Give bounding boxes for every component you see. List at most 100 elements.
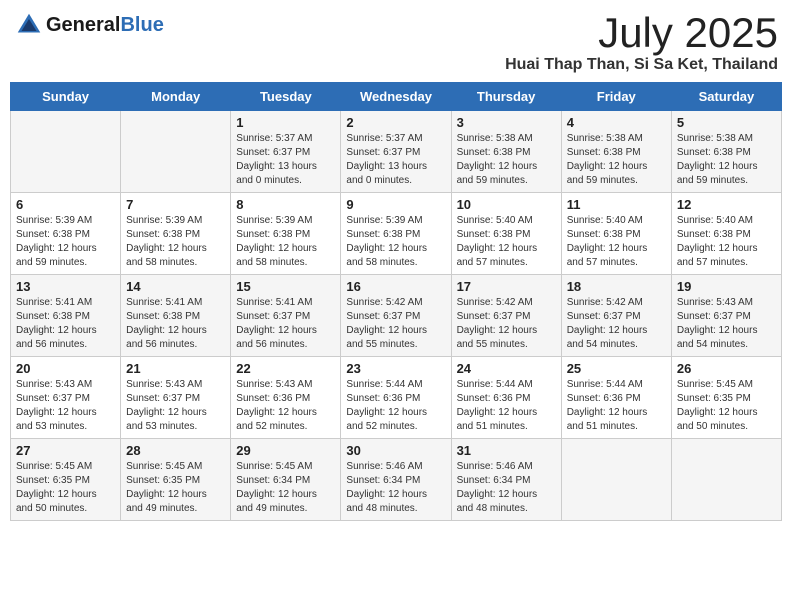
day-info: Sunrise: 5:40 AM Sunset: 6:38 PM Dayligh… — [567, 214, 666, 270]
calendar-cell: 5Sunrise: 5:38 AM Sunset: 6:38 PM Daylig… — [671, 111, 781, 193]
day-number: 25 — [567, 361, 666, 376]
location-title: Huai Thap Than, Si Sa Ket, Thailand — [505, 56, 778, 74]
day-number: 10 — [457, 197, 556, 212]
calendar-cell: 8 Sunrise: 5:39 AM Sunset: 6:38 PM Daylig… — [231, 193, 341, 275]
day-number: 7 — [126, 197, 225, 212]
day-number: 12 — [677, 197, 776, 212]
calendar-cell: 23 Sunrise: 5:44 AM Sunset: 6:36 PM Dayli… — [341, 357, 451, 439]
month-title: July 2025 — [505, 10, 778, 56]
day-number: 21 — [126, 361, 225, 376]
day-info: Sunrise: 5:41 AM Sunset: 6:37 PM Dayligh… — [236, 296, 335, 352]
calendar-cell: 12Sunrise: 5:40 AM Sunset: 6:38 PM Dayli… — [671, 193, 781, 275]
day-info: Sunrise: 5:45 AM Sunset: 6:34 PM Dayligh… — [236, 460, 335, 516]
calendar-cell: 30 Sunrise: 5:46 AM Sunset: 6:34 PM Dayli… — [341, 439, 451, 521]
calendar-cell: 28 Sunrise: 5:45 AM Sunset: 6:35 PM Dayli… — [121, 439, 231, 521]
day-number: 23 — [346, 361, 445, 376]
calendar-cell: 10Sunrise: 5:40 AM Sunset: 6:38 PM Dayli… — [451, 193, 561, 275]
calendar-cell: 17 Sunrise: 5:42 AM Sunset: 6:37 PM Dayli… — [451, 275, 561, 357]
calendar-cell: 11 Sunrise: 5:40 AM Sunset: 6:38 PM Dayli… — [561, 193, 671, 275]
day-info: Sunrise: 5:42 AM Sunset: 6:37 PM Dayligh… — [567, 296, 666, 352]
calendar-cell: 31 Sunrise: 5:46 AM Sunset: 6:34 PM Dayli… — [451, 439, 561, 521]
day-info: Sunrise: 5:43 AM Sunset: 6:37 PM Dayligh… — [126, 378, 225, 434]
day-info: Sunrise: 5:44 AM Sunset: 6:36 PM Dayligh… — [346, 378, 445, 434]
day-number: 6 — [16, 197, 115, 212]
day-number: 11 — [567, 197, 666, 212]
day-header-monday: Monday — [121, 83, 231, 111]
day-info: Sunrise: 5:38 AM Sunset: 6:38 PM Dayligh… — [457, 132, 556, 188]
logo: General Blue — [14, 10, 164, 40]
title-section: July 2025 Huai Thap Than, Si Sa Ket, Tha… — [505, 10, 778, 74]
day-number: 27 — [16, 443, 115, 458]
calendar-cell: 2 Sunrise: 5:37 AM Sunset: 6:37 PM Daylig… — [341, 111, 451, 193]
day-number: 31 — [457, 443, 556, 458]
logo-blue: Blue — [120, 14, 163, 37]
day-info: Sunrise: 5:46 AM Sunset: 6:34 PM Dayligh… — [457, 460, 556, 516]
calendar-cell: 9 Sunrise: 5:39 AM Sunset: 6:38 PM Daylig… — [341, 193, 451, 275]
calendar-cell: 1Sunrise: 5:37 AM Sunset: 6:37 PM Daylig… — [231, 111, 341, 193]
calendar-cell: 26 Sunrise: 5:45 AM Sunset: 6:35 PM Dayli… — [671, 357, 781, 439]
calendar-cell: 24Sunrise: 5:44 AM Sunset: 6:36 PM Dayli… — [451, 357, 561, 439]
day-header-saturday: Saturday — [671, 83, 781, 111]
calendar-cell — [11, 111, 121, 193]
day-number: 28 — [126, 443, 225, 458]
day-number: 4 — [567, 115, 666, 130]
day-number: 15 — [236, 279, 335, 294]
calendar-header-row: SundayMondayTuesdayWednesdayThursdayFrid… — [11, 83, 782, 111]
day-header-wednesday: Wednesday — [341, 83, 451, 111]
logo-general: General — [46, 14, 120, 37]
day-number: 19 — [677, 279, 776, 294]
calendar-cell: 4 Sunrise: 5:38 AM Sunset: 6:38 PM Daylig… — [561, 111, 671, 193]
day-number: 16 — [346, 279, 445, 294]
day-info: Sunrise: 5:37 AM Sunset: 6:37 PM Dayligh… — [346, 132, 445, 188]
calendar-cell: 19 Sunrise: 5:43 AM Sunset: 6:37 PM Dayli… — [671, 275, 781, 357]
calendar-table: SundayMondayTuesdayWednesdayThursdayFrid… — [10, 82, 782, 521]
day-number: 17 — [457, 279, 556, 294]
day-number: 9 — [346, 197, 445, 212]
calendar-cell: 21 Sunrise: 5:43 AM Sunset: 6:37 PM Dayli… — [121, 357, 231, 439]
day-number: 1 — [236, 115, 335, 130]
day-number: 3 — [457, 115, 556, 130]
day-number: 18 — [567, 279, 666, 294]
day-info: Sunrise: 5:45 AM Sunset: 6:35 PM Dayligh… — [677, 378, 776, 434]
calendar-week-row: 27 Sunrise: 5:45 AM Sunset: 6:35 PM Dayli… — [11, 439, 782, 521]
calendar-week-row: 20 Sunrise: 5:43 AM Sunset: 6:37 PM Dayli… — [11, 357, 782, 439]
day-info: Sunrise: 5:39 AM Sunset: 6:38 PM Dayligh… — [126, 214, 225, 270]
day-header-sunday: Sunday — [11, 83, 121, 111]
day-info: Sunrise: 5:39 AM Sunset: 6:38 PM Dayligh… — [16, 214, 115, 270]
day-info: Sunrise: 5:42 AM Sunset: 6:37 PM Dayligh… — [457, 296, 556, 352]
day-info: Sunrise: 5:39 AM Sunset: 6:38 PM Dayligh… — [346, 214, 445, 270]
day-info: Sunrise: 5:44 AM Sunset: 6:36 PM Dayligh… — [567, 378, 666, 434]
day-info: Sunrise: 5:38 AM Sunset: 6:38 PM Dayligh… — [567, 132, 666, 188]
day-number: 26 — [677, 361, 776, 376]
calendar-cell: 3 Sunrise: 5:38 AM Sunset: 6:38 PM Daylig… — [451, 111, 561, 193]
day-number: 8 — [236, 197, 335, 212]
calendar-week-row: 13Sunrise: 5:41 AM Sunset: 6:38 PM Dayli… — [11, 275, 782, 357]
day-info: Sunrise: 5:42 AM Sunset: 6:37 PM Dayligh… — [346, 296, 445, 352]
calendar-cell: 22 Sunrise: 5:43 AM Sunset: 6:36 PM Dayli… — [231, 357, 341, 439]
day-number: 20 — [16, 361, 115, 376]
day-number: 24 — [457, 361, 556, 376]
day-info: Sunrise: 5:43 AM Sunset: 6:37 PM Dayligh… — [677, 296, 776, 352]
calendar-cell: 6 Sunrise: 5:39 AM Sunset: 6:38 PM Daylig… — [11, 193, 121, 275]
calendar-cell: 20Sunrise: 5:43 AM Sunset: 6:37 PM Dayli… — [11, 357, 121, 439]
day-info: Sunrise: 5:46 AM Sunset: 6:34 PM Dayligh… — [346, 460, 445, 516]
calendar-cell: 29Sunrise: 5:45 AM Sunset: 6:34 PM Dayli… — [231, 439, 341, 521]
calendar-cell: 14Sunrise: 5:41 AM Sunset: 6:38 PM Dayli… — [121, 275, 231, 357]
day-info: Sunrise: 5:45 AM Sunset: 6:35 PM Dayligh… — [126, 460, 225, 516]
calendar-cell — [561, 439, 671, 521]
day-header-tuesday: Tuesday — [231, 83, 341, 111]
day-header-friday: Friday — [561, 83, 671, 111]
page-header: General Blue July 2025 Huai Thap Than, S… — [10, 10, 782, 74]
calendar-cell: 25 Sunrise: 5:44 AM Sunset: 6:36 PM Dayli… — [561, 357, 671, 439]
calendar-week-row: 1 Sunrise: 5:37 AM Sunset: 6:37 PM Daylig… — [11, 111, 782, 193]
day-number: 14 — [126, 279, 225, 294]
calendar-cell: 13Sunrise: 5:41 AM Sunset: 6:38 PM Dayli… — [11, 275, 121, 357]
day-number: 2 — [346, 115, 445, 130]
day-info: Sunrise: 5:39 AM Sunset: 6:38 PM Dayligh… — [236, 214, 335, 270]
day-number: 22 — [236, 361, 335, 376]
calendar-cell: 15 Sunrise: 5:41 AM Sunset: 6:37 PM Dayli… — [231, 275, 341, 357]
day-number: 30 — [346, 443, 445, 458]
day-info: Sunrise: 5:43 AM Sunset: 6:36 PM Dayligh… — [236, 378, 335, 434]
logo-icon — [14, 10, 44, 40]
calendar-cell: 7 Sunrise: 5:39 AM Sunset: 6:38 PM Daylig… — [121, 193, 231, 275]
